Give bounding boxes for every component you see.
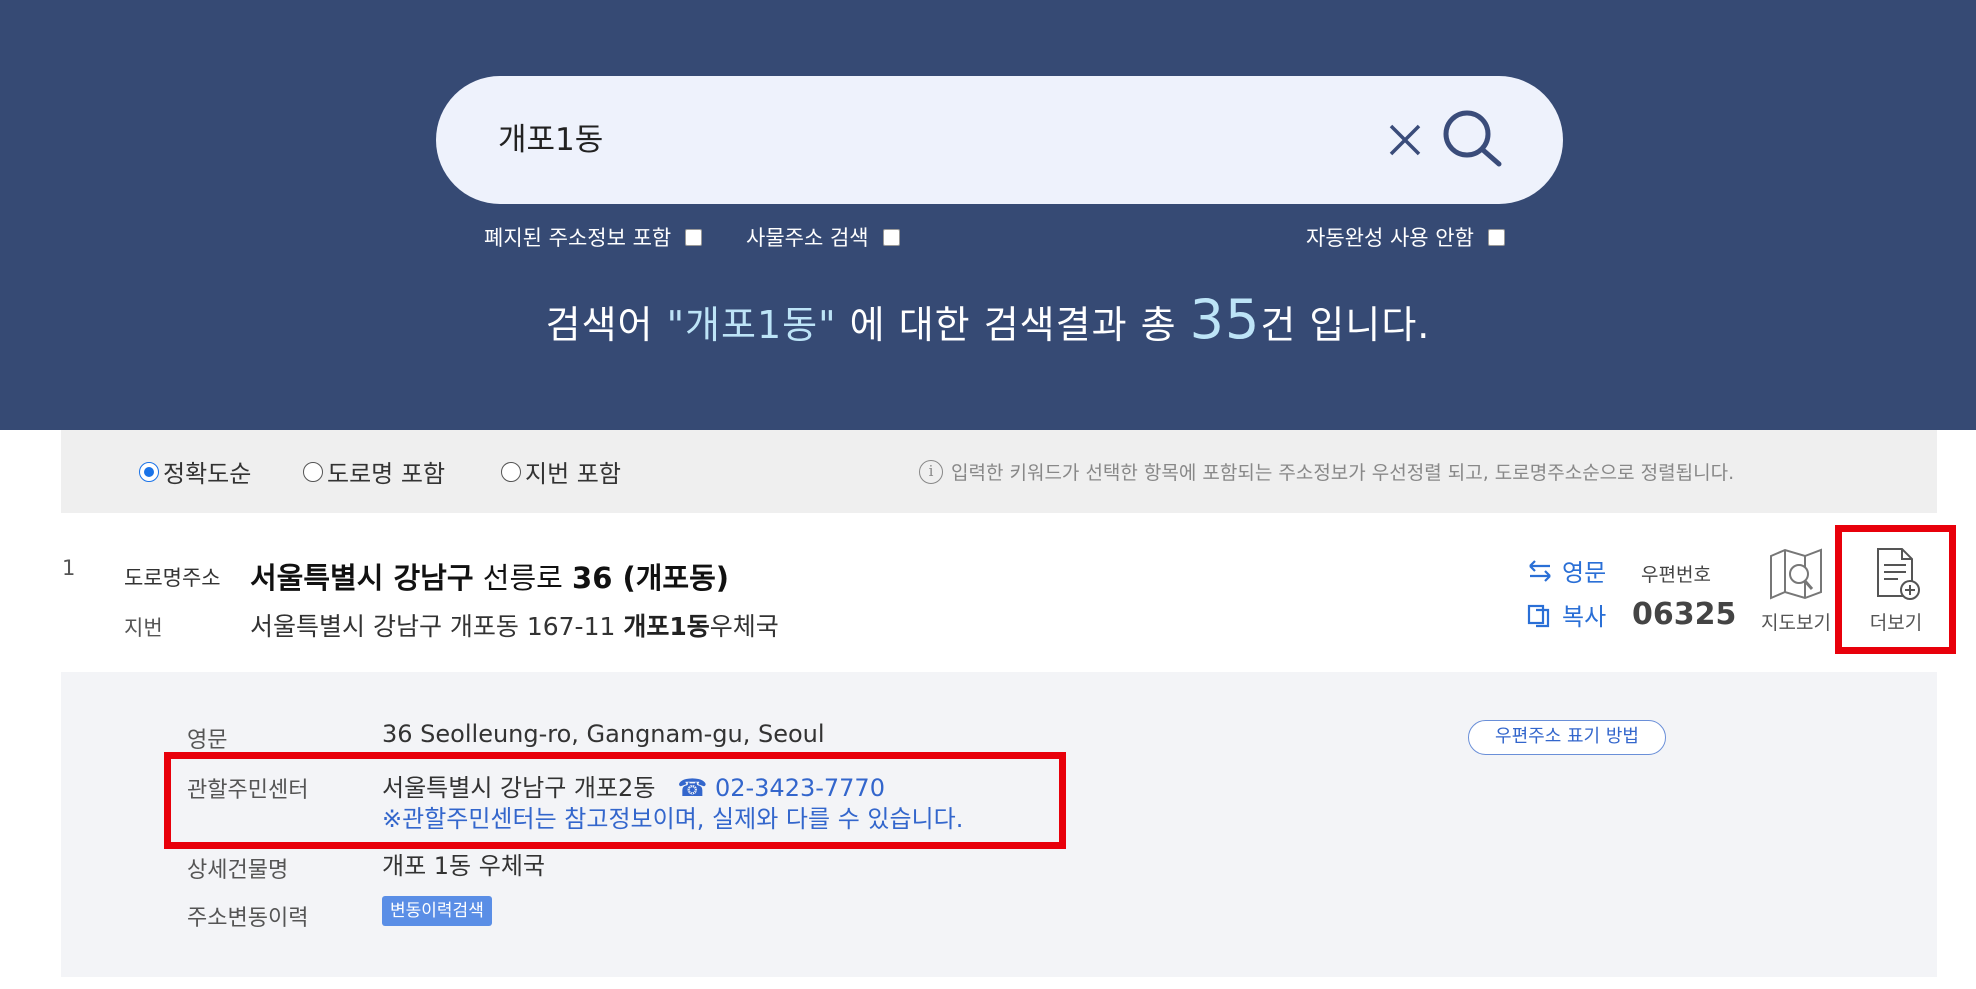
sort-bar: 정확도순 도로명 포함 지번 포함 i 입력한 키워드가 선택한 항목에 포함되… (61, 430, 1937, 513)
radio[interactable] (501, 461, 521, 482)
sort-info-text: 입력한 키워드가 선택한 항목에 포함되는 주소정보가 우선정렬 되고, 도로명… (951, 462, 1735, 484)
info-icon: i (919, 459, 943, 484)
english-button[interactable]: 영문 (1526, 553, 1606, 588)
jibun-label: 지번 (124, 616, 163, 640)
road-address-street: 선릉로 (473, 561, 573, 595)
highlight-more-box (1835, 525, 1956, 654)
swap-icon (1529, 559, 1551, 582)
close-icon[interactable] (1381, 116, 1429, 164)
detail-english-value: 36 Seolleung-ro, Gangnam-gu, Seoul (382, 720, 825, 748)
detail-building-label: 상세건물명 (187, 858, 289, 883)
option-thing-address[interactable]: 사물주소 검색 (746, 222, 900, 252)
road-address: 서울특별시 강남구 선릉로 36 (개포동) (250, 555, 729, 597)
road-address-region: 서울특별시 강남구 (250, 561, 474, 595)
sort-info: i 입력한 키워드가 선택한 항목에 포함되는 주소정보가 우선정렬 되고, 도… (919, 458, 1734, 485)
sort-label: 도로명 포함 (327, 460, 446, 488)
sort-accuracy[interactable]: 정확도순 (139, 454, 251, 489)
option-label: 자동완성 사용 안함 (1306, 226, 1474, 250)
road-address-label: 도로명주소 (124, 566, 221, 590)
radio-selected[interactable] (139, 461, 159, 482)
summary-prefix: 검색어 (545, 303, 667, 347)
sort-jibun[interactable]: 지번 포함 (501, 454, 621, 489)
search-header: 개포1동 폐지된 주소정보 포함 사물주소 검색 자동완성 사용 안함 검색어 … (0, 0, 1976, 430)
zip-label: 우편번호 (1641, 564, 1711, 586)
checkbox[interactable] (1487, 228, 1505, 246)
copy-label: 복사 (1562, 603, 1607, 631)
map-view-button[interactable]: 지도보기 (1758, 546, 1834, 635)
road-address-number: 36 (개포동) (572, 561, 730, 595)
sort-label: 정확도순 (163, 460, 252, 488)
result-summary: 검색어 "개포1동" 에 대한 검색결과 총 35건 입니다. (0, 288, 1976, 351)
checkbox[interactable] (882, 228, 900, 246)
detail-building-value: 개포 1동 우체국 (382, 852, 546, 880)
summary-suffix: 건 입니다. (1260, 303, 1431, 347)
result-number: 1 (62, 556, 76, 580)
option-label: 사물주소 검색 (746, 226, 869, 250)
option-include-abolished[interactable]: 폐지된 주소정보 포함 (484, 222, 703, 252)
search-box[interactable]: 개포1동 (436, 76, 1563, 204)
summary-count: 35 (1189, 288, 1261, 351)
english-label: 영문 (1562, 559, 1607, 587)
copy-icon (1527, 604, 1550, 627)
postal-format-button[interactable]: 우편주소 표기 방법 (1468, 720, 1666, 755)
summary-keyword: "개포1동" (666, 303, 837, 347)
detail-english-label: 영문 (187, 728, 228, 753)
radio[interactable] (303, 461, 323, 482)
option-no-autocomplete[interactable]: 자동완성 사용 안함 (1306, 222, 1505, 252)
highlight-center-box (164, 752, 1066, 849)
search-icon[interactable] (1439, 106, 1505, 172)
search-input[interactable]: 개포1동 (498, 114, 603, 159)
jibun-text: 서울특별시 강남구 개포동 167-11 (250, 612, 624, 641)
sort-label: 지번 포함 (525, 460, 621, 488)
option-label: 폐지된 주소정보 포함 (484, 226, 672, 250)
checkbox[interactable] (685, 228, 703, 246)
summary-middle: 에 대한 검색결과 총 (836, 303, 1190, 347)
sort-road-name[interactable]: 도로명 포함 (303, 454, 445, 489)
copy-button[interactable]: 복사 (1526, 597, 1606, 632)
history-search-button[interactable]: 변동이력검색 (382, 896, 492, 926)
jibun-address: 서울특별시 강남구 개포동 167-11 개포1동우체국 (250, 607, 779, 643)
map-view-label: 지도보기 (1761, 612, 1831, 634)
jibun-keyword: 개포1동 (623, 612, 710, 641)
zip-value: 06325 (1632, 597, 1737, 632)
map-icon (1770, 548, 1822, 600)
detail-history-label: 주소변동이력 (187, 906, 309, 931)
jibun-suffix: 우체국 (709, 612, 779, 641)
